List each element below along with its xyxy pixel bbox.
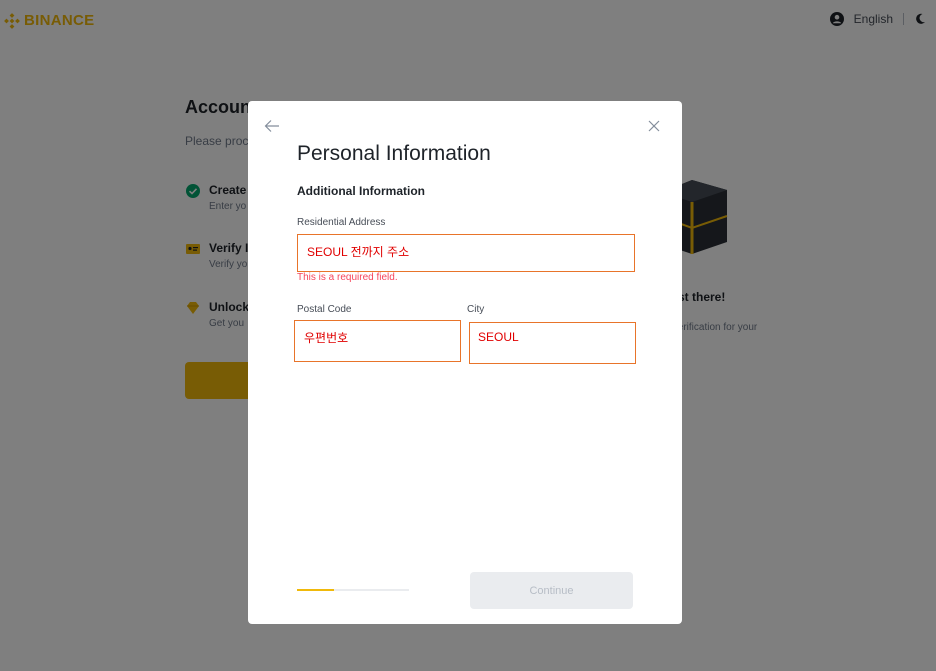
close-icon[interactable] xyxy=(648,120,660,132)
city-label: City xyxy=(467,304,485,315)
postal-code-field[interactable] xyxy=(294,320,461,362)
postal-code-label: Postal Code xyxy=(297,304,352,315)
residential-address-field[interactable] xyxy=(297,234,635,272)
step-progress-fill xyxy=(297,589,334,591)
continue-button[interactable]: Continue xyxy=(470,572,633,609)
section-title: Additional Information xyxy=(297,184,425,198)
city-input[interactable] xyxy=(478,330,627,344)
postal-code-input[interactable] xyxy=(304,330,452,344)
residential-address-input[interactable] xyxy=(307,244,626,258)
step-progress-bar xyxy=(297,589,409,591)
arrow-left-icon[interactable] xyxy=(264,119,280,133)
dialog-title: Personal Information xyxy=(297,142,491,165)
personal-information-dialog: Personal Information Additional Informat… xyxy=(248,101,682,624)
city-field[interactable] xyxy=(469,322,636,364)
residential-address-label: Residential Address xyxy=(297,217,386,228)
address-error-message: This is a required field. xyxy=(297,272,398,283)
